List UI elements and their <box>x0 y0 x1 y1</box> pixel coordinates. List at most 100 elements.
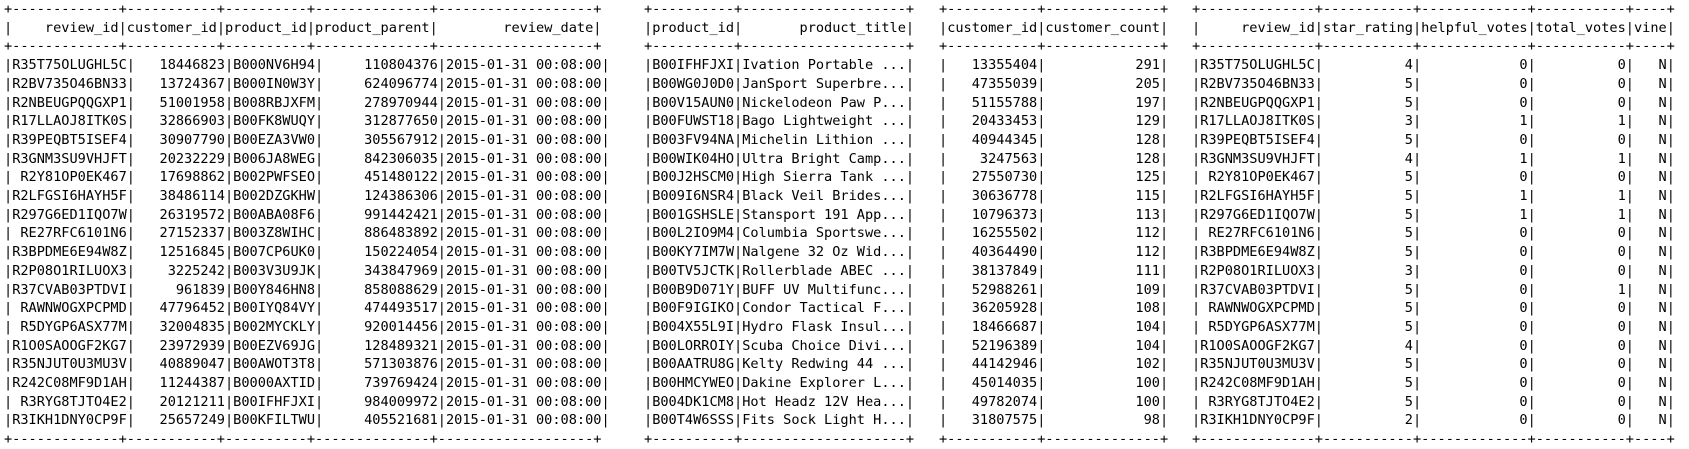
table-cell: Hydro Flask Insul... <box>742 318 906 335</box>
table-cell: 305567912 <box>323 131 438 148</box>
table-cell: 40944345 <box>947 131 1038 148</box>
table-cell: 125 <box>1045 169 1160 186</box>
table-row: |B009I6NSR4|Black Veil Brides...| <box>644 188 915 205</box>
table-cell: R5DYGP6ASX77M <box>1200 318 1315 335</box>
table-cell: N <box>1633 356 1667 373</box>
table-cell: B003Z8WIHC <box>233 225 316 242</box>
table-cell: 3 <box>1322 262 1413 279</box>
table-cell: 16255502 <box>947 225 1038 242</box>
table-cell: 2015-01-31 00:08:00 <box>445 281 602 298</box>
table-cell: 5 <box>1322 225 1413 242</box>
table-cell: 5 <box>1322 131 1413 148</box>
table-cell: Ultra Bright Camp... <box>742 150 906 167</box>
table-cell: 0 <box>1535 57 1626 74</box>
table-cell: 10796373 <box>947 206 1038 223</box>
table-cell: B00B9D071Y <box>652 281 735 298</box>
table-cell: Kelty Redwing 44 ... <box>742 356 906 373</box>
table-cell: Bago Lightweight ... <box>742 113 906 130</box>
table-row: | 3247563| 128| <box>939 150 1169 167</box>
table-row: |R3IKH1DNY0CP9F| 2| 0| 0| N| <box>1192 412 1675 429</box>
table-cell: 115 <box>1045 188 1160 205</box>
table-cell: 0 <box>1535 318 1626 335</box>
column-header: customer_id <box>126 19 217 36</box>
table-cell: 842306035 <box>323 150 438 167</box>
table-row: |B00HMCYWEO|Dakine Explorer L...| <box>644 375 915 392</box>
table-cell: Nalgene 32 Oz Wid... <box>742 244 906 261</box>
table-cell: B00TV5JCTK <box>652 262 735 279</box>
table-cell: 44142946 <box>947 356 1038 373</box>
table-cell: 312877650 <box>323 113 438 130</box>
table-cell: 30907790 <box>134 131 225 148</box>
table-cell: R3BPDME6E94W8Z <box>12 244 127 261</box>
table-cell: 961839 <box>134 281 225 298</box>
table-cell: R1O0SAOOGF2KG7 <box>12 337 127 354</box>
table-cell: R2NBEUGPQQGXP1 <box>1200 94 1315 111</box>
table-cell: 1 <box>1421 206 1528 223</box>
table-cell: 0 <box>1421 375 1528 392</box>
table-row: |R17LLAOJ8ITK0S| 3| 1| 1| N| <box>1192 113 1675 130</box>
table-cell: 451480122 <box>323 169 438 186</box>
table-cell: 100 <box>1045 375 1160 392</box>
table-cell: 0 <box>1421 94 1528 111</box>
table-cell: 110804376 <box>323 57 438 74</box>
table-header-row: | review_id|customer_id|product_id|produ… <box>4 19 602 36</box>
table-cell: B00KY7IM7W <box>652 244 735 261</box>
table-cell: 1 <box>1535 150 1626 167</box>
table-cell: RAWNWOGXPCPMD <box>12 300 127 317</box>
table-cell: 32866903 <box>134 113 225 130</box>
column-header: product_id <box>652 19 735 36</box>
table-cell: 0 <box>1421 337 1528 354</box>
table-cell: B00IFHFJXI <box>233 393 316 410</box>
table-cell: R35T75OLUGHL5C <box>12 57 127 74</box>
table-row: | 20433453| 129| <box>939 113 1169 130</box>
table-row: | R5DYGP6ASX77M| 32004835|B002MYCKLY| 92… <box>4 318 610 335</box>
table-cell: BUFF UV Multifunc... <box>742 281 906 298</box>
table-cell: 2015-01-31 00:08:00 <box>445 393 602 410</box>
table-cell: B003FV94NA <box>652 131 735 148</box>
table-cell: 0 <box>1421 356 1528 373</box>
table-cell: 2015-01-31 00:08:00 <box>445 57 602 74</box>
table-cell: 0 <box>1535 300 1626 317</box>
table-cell: 38486114 <box>134 188 225 205</box>
table-cell: R2LFGSI6HAYH5F <box>12 188 127 205</box>
table-cell: 2015-01-31 00:08:00 <box>445 188 602 205</box>
table-cell: 2015-01-31 00:08:00 <box>445 206 602 223</box>
table-cell: 5 <box>1322 188 1413 205</box>
table-cell: 858088629 <box>323 281 438 298</box>
table-row: |R297G6ED1IQO7W| 26319572|B00ABA08F6| 99… <box>4 206 610 223</box>
table-cell: 1 <box>1535 281 1626 298</box>
table-cell: 13724367 <box>134 75 225 92</box>
table-cell: B003V3U9JK <box>233 262 316 279</box>
table-cell: B00LORROIY <box>652 337 735 354</box>
table-row: | 52196389| 104| <box>939 337 1169 354</box>
table-cell: 40889047 <box>134 356 225 373</box>
table-cell: R2NBEUGPQQGXP1 <box>12 94 127 111</box>
table-cell: B00WG0J0D0 <box>652 75 735 92</box>
table-cell: R2LFGSI6HAYH5F <box>1200 188 1315 205</box>
table-row: |R2NBEUGPQQGXP1| 51001958|B008RBJXFM| 27… <box>4 94 610 111</box>
table-cell: N <box>1633 57 1667 74</box>
table-cell: 2015-01-31 00:08:00 <box>445 150 602 167</box>
table-cell: B001GSHSLE <box>652 206 735 223</box>
table-row: | 49782074| 100| <box>939 393 1169 410</box>
table-cell: 1 <box>1421 188 1528 205</box>
column-header: star_rating <box>1322 19 1413 36</box>
table-cell: B004X55L9I <box>652 318 735 335</box>
table-row: |R3GNM3SU9VHJFT| 4| 1| 1| N| <box>1192 150 1675 167</box>
table-row: |B00WIK04HO|Ultra Bright Camp...| <box>644 150 915 167</box>
table-cell: 52988261 <box>947 281 1038 298</box>
table-row: |B00F9IGIKO|Condor Tactical F...| <box>644 300 915 317</box>
table-cell: 20232229 <box>134 150 225 167</box>
table-cell: R3BPDME6E94W8Z <box>1200 244 1315 261</box>
table-row: |B00LORROIY|Scuba Choice Divi...| <box>644 337 915 354</box>
products-table: +----------+--------------------+ |produ… <box>644 0 914 449</box>
table-cell: R3RYG8TJTO4E2 <box>1200 393 1315 410</box>
table-border: +-----------+--------------+ <box>939 38 1169 55</box>
table-row: |B00IFHFJXI|Ivation Portable ...| <box>644 57 915 74</box>
table-cell: B00F9IGIKO <box>652 300 735 317</box>
table-row: | 36205928| 108| <box>939 300 1169 317</box>
table-cell: 5 <box>1322 94 1413 111</box>
table-cell: N <box>1633 206 1667 223</box>
table-cell: B00IYQ84VY <box>233 300 316 317</box>
table-cell: R2P08O1RILUOX3 <box>1200 262 1315 279</box>
